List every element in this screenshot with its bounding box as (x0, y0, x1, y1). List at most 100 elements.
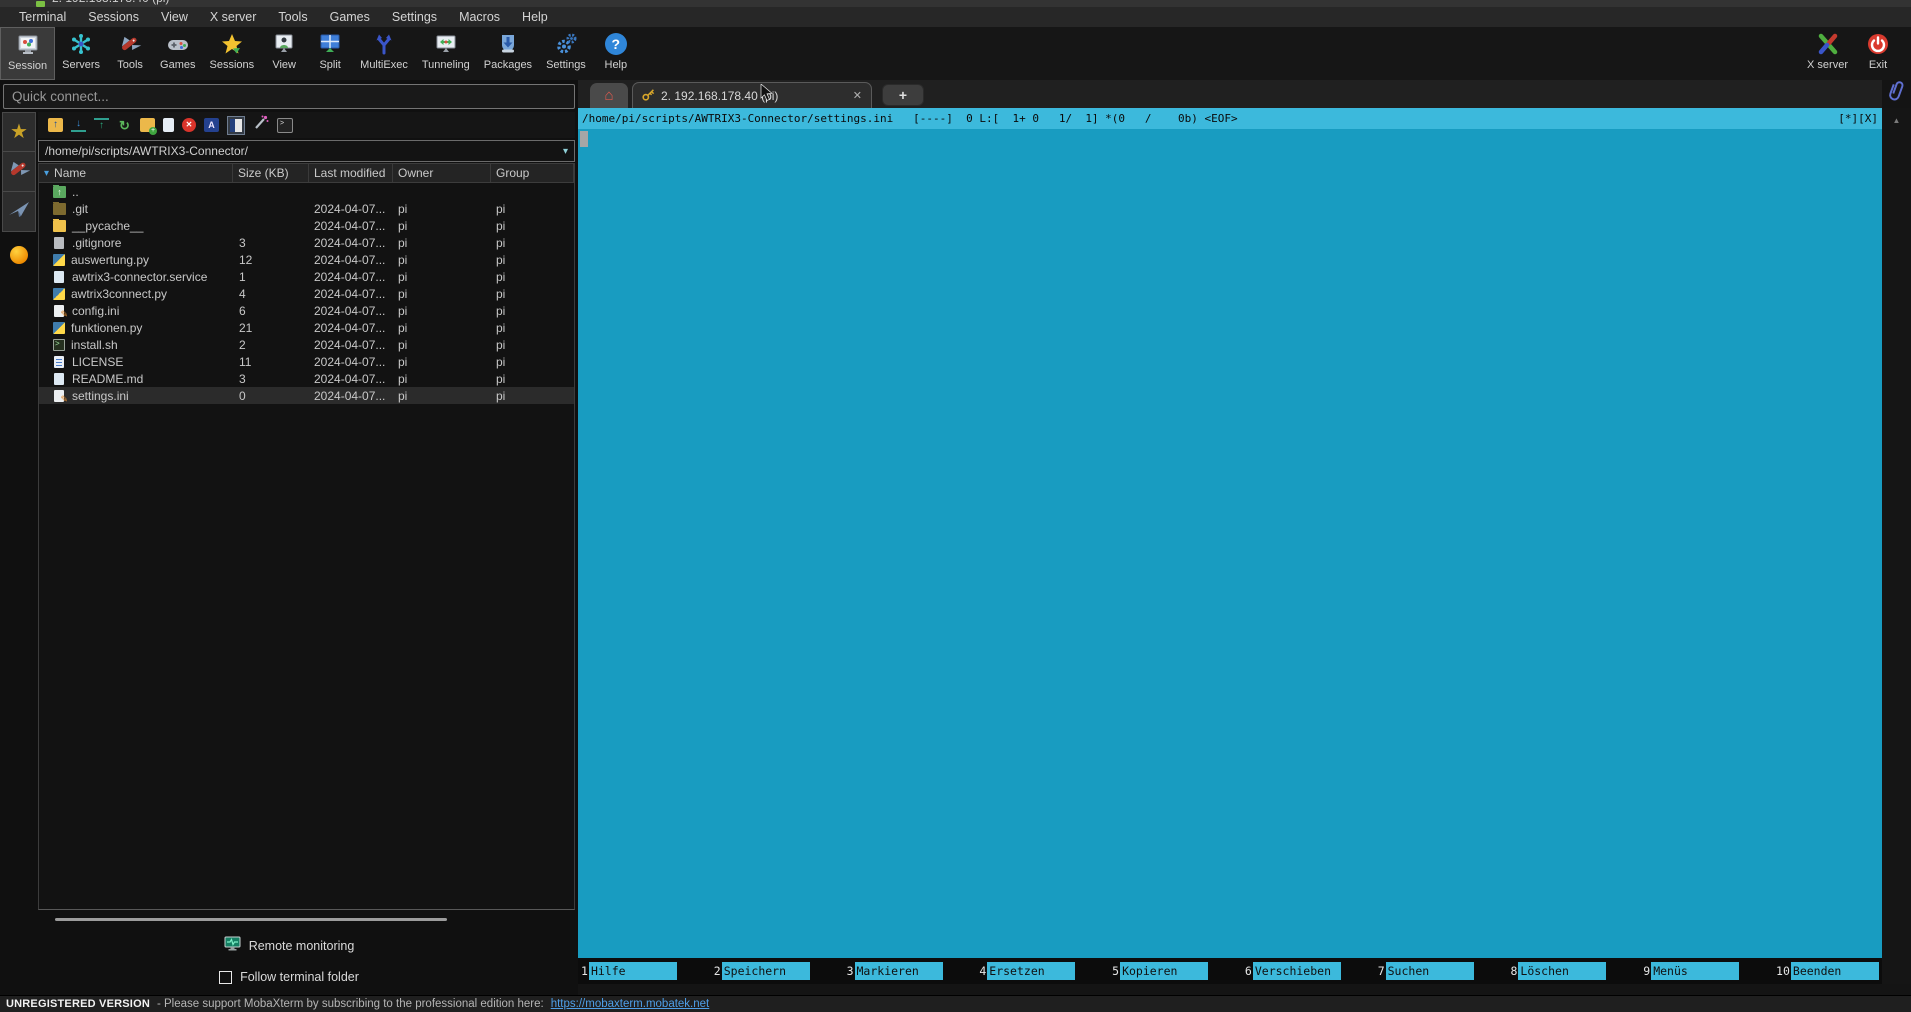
menu-item[interactable]: Sessions (77, 8, 150, 26)
file-row[interactable]: funktionen.py 21 2024-04-07... pi pi (39, 319, 574, 336)
function-key[interactable]: 8 Löschen (1510, 962, 1606, 980)
file-name: README.md (72, 372, 143, 386)
file-size: 1 (233, 270, 309, 284)
menu-item[interactable]: Terminal (8, 8, 77, 26)
paper-plane-icon (8, 199, 30, 224)
terminal-scrollbar[interactable] (1882, 108, 1911, 984)
xserver-icon (1816, 32, 1840, 56)
sidebar-tab-sftp[interactable] (2, 246, 36, 264)
panel-toggle-icon[interactable] (227, 116, 245, 135)
close-icon[interactable] (853, 89, 862, 102)
function-key-number: 5 (1112, 964, 1120, 978)
column-header-modified[interactable]: Last modified (309, 164, 393, 182)
function-key[interactable]: 1 Hilfe (581, 962, 677, 980)
file-row[interactable]: install.sh 2 2024-04-07... pi pi (39, 336, 574, 353)
active-session-tab[interactable]: 2. 192.168.178.40 (pi) (632, 82, 872, 108)
chevron-down-icon[interactable] (563, 146, 568, 157)
servers-button[interactable]: Servers (55, 27, 107, 80)
view-icon (272, 32, 296, 56)
games-button[interactable]: Games (153, 27, 202, 80)
view-button[interactable]: View (261, 27, 307, 80)
column-header-owner[interactable]: Owner (393, 164, 491, 182)
column-header-name[interactable]: Name (39, 164, 233, 182)
sessions-button[interactable]: Sessions (203, 27, 262, 80)
file-row[interactable]: .git 2024-04-07... pi pi (39, 200, 574, 217)
terminal-small-icon[interactable] (277, 118, 293, 133)
file-row[interactable]: awtrix3-connector.service 1 2024-04-07..… (39, 268, 574, 285)
remote-monitoring-button[interactable]: Remote monitoring (0, 936, 578, 955)
file-group: pi (491, 287, 574, 301)
file-group: pi (491, 270, 574, 284)
new-file-icon[interactable] (163, 118, 174, 132)
settings-button[interactable]: Settings (539, 27, 593, 80)
go-up-folder-icon[interactable] (48, 118, 63, 132)
quick-connect-input[interactable] (3, 84, 575, 109)
follow-terminal-checkbox[interactable] (219, 971, 232, 984)
exit-button[interactable]: Exit (1855, 27, 1901, 80)
new-folder-icon[interactable] (140, 118, 155, 132)
file-row[interactable]: auswertung.py 12 2024-04-07... pi pi (39, 251, 574, 268)
follow-terminal-folder: Follow terminal folder (0, 970, 578, 984)
sessions-label: Sessions (210, 59, 255, 71)
menu-item[interactable]: X server (199, 8, 268, 26)
settings-label: Settings (546, 59, 586, 71)
tunneling-label: Tunneling (422, 59, 470, 71)
multiexec-button[interactable]: MultiExec (353, 27, 415, 80)
file-name: __pycache__ (72, 219, 143, 233)
delete-icon[interactable] (182, 118, 196, 132)
tools-button[interactable]: Tools (107, 27, 153, 80)
menu-item[interactable]: Games (319, 8, 381, 26)
function-key[interactable]: 3 Markieren (847, 962, 943, 980)
column-header-size[interactable]: Size (KB) (233, 164, 309, 182)
file-row[interactable]: settings.ini 0 2024-04-07... pi pi (39, 387, 574, 404)
encoding-icon[interactable] (204, 118, 219, 132)
function-key[interactable]: 5 Kopieren (1112, 962, 1208, 980)
menu-item[interactable]: Settings (381, 8, 448, 26)
file-row[interactable]: awtrix3connect.py 4 2024-04-07... pi pi (39, 285, 574, 302)
function-key[interactable]: 6 Verschieben (1245, 962, 1341, 980)
magic-wand-icon[interactable] (253, 115, 269, 135)
horizontal-scrollbar[interactable] (55, 918, 447, 921)
new-tab-button[interactable] (882, 84, 924, 106)
session-button[interactable]: Session (0, 27, 55, 80)
file-row[interactable]: config.ini 6 2024-04-07... pi pi (39, 302, 574, 319)
file-row[interactable]: LICENSE 11 2024-04-07... pi pi (39, 353, 574, 370)
menu-item[interactable]: View (150, 8, 199, 26)
exit-power-icon (1866, 32, 1890, 56)
split-button[interactable]: Split (307, 27, 353, 80)
tunneling-button[interactable]: Tunneling (415, 27, 477, 80)
file-owner: pi (393, 389, 491, 403)
editor-body[interactable] (578, 129, 1882, 958)
function-key[interactable]: 7 Suchen (1378, 962, 1474, 980)
path-dropdown[interactable]: /home/pi/scripts/AWTRIX3-Connector/ (38, 140, 575, 162)
download-icon[interactable] (71, 118, 86, 132)
packages-button[interactable]: Packages (477, 27, 539, 80)
file-size: 3 (233, 236, 309, 250)
scroll-up-icon[interactable] (1882, 116, 1911, 125)
sidebar-tab-sessions[interactable] (2, 112, 36, 152)
refresh-icon[interactable] (117, 118, 132, 132)
xserver-button[interactable]: X server (1800, 27, 1855, 80)
upload-icon[interactable] (94, 118, 109, 132)
file-row[interactable]: README.md 3 2024-04-07... pi pi (39, 370, 574, 387)
column-header-group[interactable]: Group (491, 164, 574, 182)
function-key[interactable]: 10 Beenden (1776, 962, 1879, 980)
mobatek-link[interactable]: https://mobaxterm.mobatek.net (551, 998, 710, 1010)
file-row[interactable]: .gitignore 3 2024-04-07... pi pi (39, 234, 574, 251)
function-key[interactable]: 4 Ersetzen (979, 962, 1075, 980)
menu-item[interactable]: Tools (267, 8, 318, 26)
sidebar-tab-macros[interactable] (2, 192, 36, 232)
menu-item[interactable]: Macros (448, 8, 511, 26)
paperclip-icon[interactable] (1886, 79, 1906, 108)
file-size: 21 (233, 321, 309, 335)
unregistered-version-label: UNREGISTERED VERSION (6, 998, 150, 1010)
function-key[interactable]: 9 Menüs (1643, 962, 1739, 980)
file-row[interactable]: .. (39, 183, 574, 200)
home-tab[interactable] (590, 83, 628, 108)
file-owner: pi (393, 355, 491, 369)
function-key[interactable]: 2 Speichern (714, 962, 810, 980)
menu-item[interactable]: Help (511, 8, 559, 26)
sidebar-tab-tools[interactable] (2, 152, 36, 192)
file-row[interactable]: __pycache__ 2024-04-07... pi pi (39, 217, 574, 234)
help-button[interactable]: Help (593, 27, 639, 80)
